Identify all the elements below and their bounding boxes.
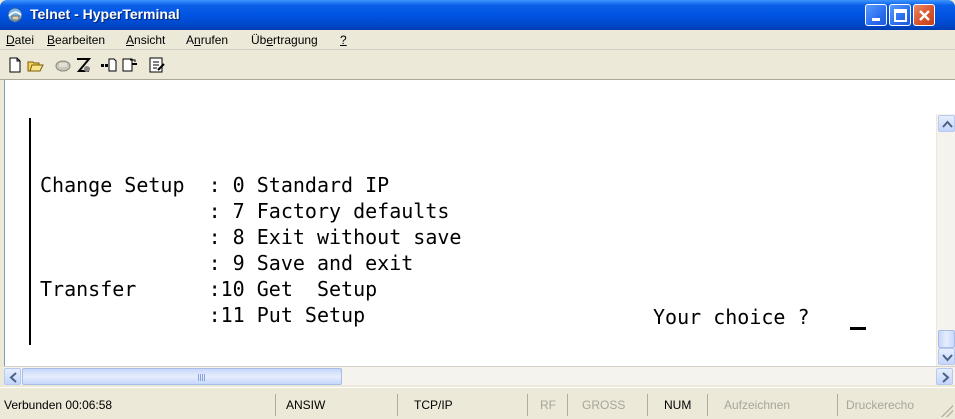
hyperterminal-icon: [7, 7, 23, 23]
open-icon[interactable]: [26, 56, 44, 74]
status-caps: GROSS: [572, 394, 648, 416]
window-title: Telnet - HyperTerminal: [30, 6, 180, 22]
chevron-right-icon: [942, 372, 950, 383]
terminal-line: Change Setup : 0 Standard IP: [40, 173, 390, 197]
connect-icon[interactable]: [74, 56, 92, 74]
disconnect-icon[interactable]: [54, 56, 72, 74]
terminal-line: :11 Put Setup: [40, 303, 366, 327]
menu-bar: Datei Bearbeiten Ansicht Anrufen Übertra…: [0, 30, 955, 50]
menu-ansicht-label: Ansicht: [126, 33, 166, 47]
scroll-right-button[interactable]: [936, 368, 953, 385]
menu-bearbeiten-label: Bearbeiten: [47, 33, 106, 47]
send-icon[interactable]: [100, 56, 118, 74]
terminal-line: : 9 Save and exit: [40, 251, 414, 275]
menu-datei[interactable]: Datei: [6, 33, 34, 47]
menu-anrufen[interactable]: Anrufen: [186, 33, 228, 47]
maximize-icon: [894, 9, 907, 22]
menu-help[interactable]: ?: [340, 33, 347, 47]
status-print-echo: Druckerecho: [846, 398, 915, 412]
horizontal-scrollbar[interactable]: [4, 366, 955, 385]
status-bar: Verbunden 00:06:58 ANSIW TCP/IP RF GROSS…: [0, 387, 955, 419]
chevron-left-icon: [9, 372, 17, 383]
menu-ansicht[interactable]: Ansicht: [126, 33, 165, 47]
new-icon[interactable]: [6, 56, 24, 74]
chevron-down-icon: [942, 354, 953, 362]
scroll-down-button[interactable]: [938, 348, 955, 365]
vertical-scroll-thumb[interactable]: [938, 330, 955, 348]
status-protocol: TCP/IP: [412, 394, 528, 416]
status-num: NUM: [664, 394, 708, 416]
choice-prompt: Your choice ?: [653, 305, 822, 329]
status-connection: Verbunden 00:06:58: [4, 394, 276, 416]
menu-uebertragung-label: Übertragung: [251, 33, 318, 47]
close-icon: [919, 10, 930, 21]
vertical-scrollbar[interactable]: [936, 114, 955, 366]
status-rf: RF: [540, 394, 568, 416]
scroll-grip: [198, 374, 206, 381]
menu-help-label: ?: [340, 33, 347, 47]
chevron-up-icon: [942, 120, 953, 128]
terminal-margin-line: [29, 118, 31, 345]
menu-datei-label: Datei: [6, 33, 35, 47]
menu-anrufen-label: Anrufen: [186, 33, 229, 47]
toolbar: [0, 50, 955, 80]
resize-grip[interactable]: [941, 405, 953, 417]
minimize-button[interactable]: [865, 4, 887, 26]
status-capture: Aufzeichnen: [724, 394, 838, 416]
title-bar[interactable]: Telnet - HyperTerminal: [0, 0, 955, 30]
properties-icon[interactable]: [148, 56, 166, 74]
close-button[interactable]: [913, 4, 935, 26]
status-emulation: ANSIW: [282, 394, 398, 416]
terminal-line: : 7 Factory defaults: [40, 199, 450, 223]
terminal-line: Transfer :10 Get Setup: [40, 277, 378, 301]
receive-icon[interactable]: [120, 56, 138, 74]
terminal-line: : 8 Exit without save: [40, 225, 462, 249]
scroll-up-button[interactable]: [938, 115, 955, 132]
scroll-left-button[interactable]: [4, 368, 21, 385]
menu-uebertragung[interactable]: Übertragung: [251, 33, 318, 47]
maximize-button[interactable]: [889, 4, 911, 26]
text-cursor: [850, 327, 866, 330]
minimize-icon: [872, 18, 880, 21]
menu-bearbeiten[interactable]: Bearbeiten: [47, 33, 105, 47]
horizontal-scroll-thumb[interactable]: [22, 368, 342, 385]
